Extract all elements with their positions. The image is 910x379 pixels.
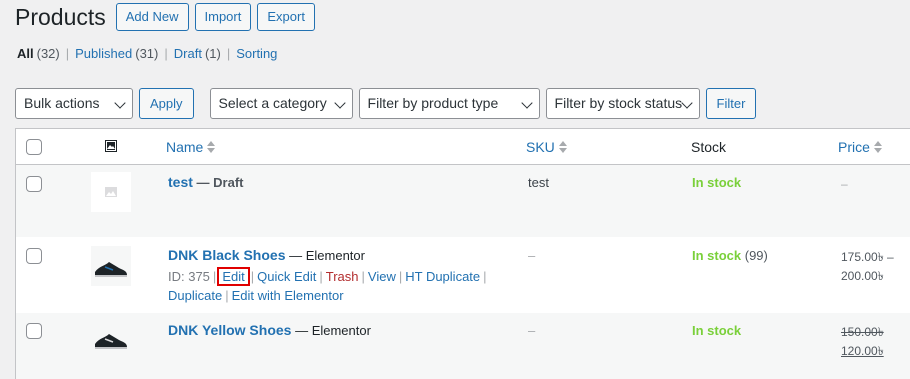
price-column-label: Price <box>838 139 870 155</box>
filter-button[interactable]: Filter <box>705 88 757 119</box>
product-name-link[interactable]: DNK Yellow Shoes <box>168 322 291 338</box>
quick-edit-link[interactable]: Quick Edit <box>257 269 316 284</box>
chevron-down-icon <box>333 97 346 109</box>
row-checkbox[interactable] <box>26 176 42 192</box>
separator: | <box>398 269 403 284</box>
products-table: Name SKU Stock Price test — Draft test I… <box>15 128 910 379</box>
price-cell: – <box>841 177 848 191</box>
tablenav: Bulk actions Apply Select a category Fil… <box>15 88 757 119</box>
sku-cell: – <box>528 248 536 263</box>
page-title: Products <box>15 4 106 30</box>
table-header: Name SKU Stock Price <box>16 129 910 165</box>
view-sorting[interactable]: Sorting <box>236 46 277 61</box>
edit-link[interactable]: Edit <box>217 267 250 286</box>
post-state: — Elementor <box>289 248 365 263</box>
separator: | <box>164 46 168 61</box>
view-published-count: (31) <box>135 46 159 61</box>
view-all-label: All <box>17 46 34 61</box>
view-draft-count: (1) <box>204 46 221 61</box>
separator: | <box>226 46 231 61</box>
product-name-cell: test — Draft <box>168 174 243 190</box>
separator: | <box>65 46 70 61</box>
separator: | <box>361 269 365 284</box>
view-all[interactable]: All (32) <box>17 46 60 61</box>
status-views: All (32) | Published (31) | Draft (1) | … <box>17 46 277 61</box>
view-published-label: Published <box>75 46 133 61</box>
chevron-down-icon <box>680 97 693 109</box>
apply-button[interactable]: Apply <box>139 88 194 119</box>
product-name-cell: DNK Yellow Shoes — Elementor <box>168 322 371 338</box>
product-name-link[interactable]: DNK Black Shoes <box>168 247 285 263</box>
sku-cell: – <box>528 323 536 338</box>
stock-count: (99) <box>744 248 768 263</box>
category-value: Select a category <box>218 95 327 111</box>
product-id: ID: 375 <box>168 269 210 284</box>
bulk-actions-value: Bulk actions <box>24 95 100 111</box>
row-actions: ID: 375 | Edit | Quick Edit | Trash | View | HT Du… <box>168 267 498 305</box>
post-state: — Draft <box>196 175 244 190</box>
add-new-button[interactable]: Add New <box>115 3 189 31</box>
view-published[interactable]: Published (31) <box>75 46 158 61</box>
name-column-header[interactable]: Name <box>166 139 216 155</box>
product-thumbnail[interactable] <box>91 246 131 286</box>
price-cell: 175.00৳ – 200.00৳ <box>841 248 894 286</box>
regular-price: 150.00৳ <box>841 325 884 339</box>
product-type-value: Filter by product type <box>367 95 499 111</box>
product-thumbnail[interactable] <box>91 320 131 360</box>
sort-icon <box>873 141 882 153</box>
bulk-actions-select[interactable]: Bulk actions <box>15 88 133 119</box>
sku-column-header[interactable]: SKU <box>526 139 567 155</box>
chevron-down-icon <box>520 97 533 109</box>
price-column-header[interactable]: Price <box>838 139 882 155</box>
view-draft-label: Draft <box>173 46 202 61</box>
product-type-select[interactable]: Filter by product type <box>358 88 540 119</box>
separator: | <box>212 269 217 284</box>
stock-status-select[interactable]: Filter by stock status <box>545 88 700 119</box>
duplicate-link[interactable]: Duplicate <box>168 288 222 303</box>
name-column-label: Name <box>166 139 204 155</box>
stock-status: In stock <box>692 175 742 190</box>
trash-link[interactable]: Trash <box>326 269 359 284</box>
stock-cell: In stock (99) <box>692 248 768 263</box>
stock-status: In stock <box>692 323 742 338</box>
sort-icon <box>207 141 216 153</box>
price-cell: 150.00৳ 120.00৳ <box>841 323 884 361</box>
price-max: 200.00৳ <box>841 269 884 283</box>
view-link[interactable]: View <box>368 269 396 284</box>
product-thumbnail-placeholder[interactable] <box>91 172 131 212</box>
image-column-icon <box>105 140 117 155</box>
chevron-down-icon <box>114 97 126 109</box>
product-name-link[interactable]: test <box>168 174 193 190</box>
separator: | <box>319 269 323 284</box>
table-row: test — Draft test In stock – <box>16 165 910 237</box>
sku-column-label: SKU <box>526 139 555 155</box>
sale-price: 120.00৳ <box>841 344 884 358</box>
post-state: — Elementor <box>295 323 371 338</box>
stock-column-header: Stock <box>691 139 727 155</box>
sku-cell: test <box>528 175 549 190</box>
row-checkbox[interactable] <box>26 248 42 264</box>
stock-status: In stock <box>692 248 742 263</box>
view-sorting-label: Sorting <box>236 46 278 61</box>
page-header: Products Add New Import Export <box>15 3 321 31</box>
price-min: 175.00৳ – <box>841 250 894 264</box>
view-all-count: (32) <box>36 46 60 61</box>
stock-status-value: Filter by stock status <box>554 95 683 111</box>
export-button[interactable]: Export <box>257 3 315 31</box>
row-checkbox[interactable] <box>26 323 42 339</box>
ht-duplicate-link[interactable]: HT Duplicate <box>405 269 480 284</box>
select-all-checkbox[interactable] <box>26 139 42 155</box>
sort-icon <box>558 141 567 153</box>
view-draft[interactable]: Draft (1) <box>174 46 221 61</box>
edit-with-elementor-link[interactable]: Edit with Elementor <box>232 288 344 303</box>
separator: | <box>225 288 229 303</box>
separator: | <box>250 269 255 284</box>
import-button[interactable]: Import <box>194 3 252 31</box>
separator: | <box>483 269 487 284</box>
table-row: DNK Black Shoes — Elementor ID: 375 | Edit… <box>16 237 910 313</box>
table-row: DNK Yellow Shoes — Elementor – In stock … <box>16 313 910 379</box>
product-name-cell: DNK Black Shoes — Elementor <box>168 247 365 263</box>
category-select[interactable]: Select a category <box>209 88 353 119</box>
